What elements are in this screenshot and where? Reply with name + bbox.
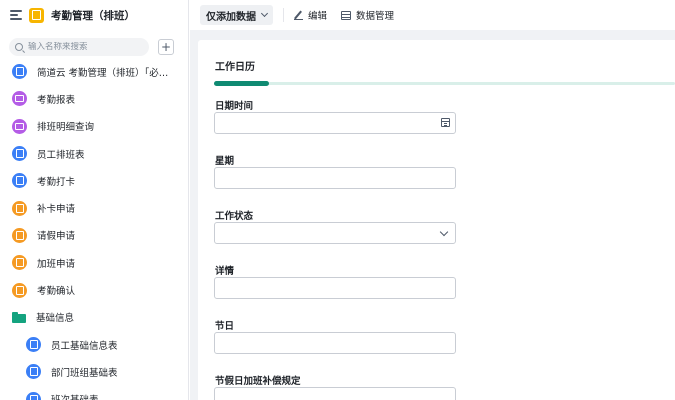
app-title: 考勤管理（排班）: [51, 9, 135, 22]
datetime-input[interactable]: [214, 112, 456, 134]
sidebar-item[interactable]: 员工排班表: [0, 140, 188, 167]
toolbar: 仅添加数据 编辑 数据管理: [190, 0, 675, 30]
sidebar-item-label: 补卡申请: [37, 204, 76, 216]
main-area: 工作日历 日期时间 星期 工作状态 详情 节日 节假日加班补偿规定: [190, 30, 675, 400]
sidebar-item-label: 排班明细查询: [37, 122, 95, 134]
sidebar-item-label: 部门班组基础表: [51, 367, 118, 379]
search-input[interactable]: [28, 42, 128, 52]
flow-form-icon: [12, 282, 27, 298]
sidebar-item-label: 班次基础表: [51, 392, 99, 400]
field-label-holiday: 节日: [215, 321, 235, 332]
sidebar-item-label: 基础信息: [36, 313, 75, 325]
sidebar-item[interactable]: 加班申请: [0, 249, 188, 276]
form-icon: [12, 146, 27, 162]
sidebar-item[interactable]: 考勤报表: [0, 85, 188, 112]
edit-button[interactable]: 编辑: [294, 8, 327, 22]
sidebar-item[interactable]: 简道云 考勤管理（排班）「必…: [0, 58, 188, 85]
calendar-icon: [441, 118, 450, 127]
data-manage-button[interactable]: 数据管理: [341, 8, 394, 22]
table-icon: [341, 10, 352, 20]
field-label-details: 详情: [215, 266, 235, 277]
sidebar-item[interactable]: 考勤确认: [0, 276, 188, 303]
sidebar-item-label: 考勤确认: [37, 286, 76, 298]
tab-track: [214, 82, 675, 85]
sidebar-item[interactable]: 班次基础表: [0, 386, 188, 400]
sidebar-item-label: 请假申请: [37, 231, 76, 243]
weekday-input[interactable]: [214, 167, 456, 189]
sidebar-item[interactable]: 补卡申请: [0, 194, 188, 221]
overtime-rule-input[interactable]: [214, 387, 456, 400]
sidebar-item[interactable]: 请假申请: [0, 222, 188, 249]
sidebar-item-label: 简道云 考勤管理（排班）「必…: [37, 67, 169, 79]
edit-label: 编辑: [308, 11, 328, 22]
filter-label: 仅添加数据: [206, 11, 256, 23]
holiday-input[interactable]: [214, 332, 456, 354]
chevron-down-icon: [439, 227, 449, 237]
sidebar: 考勤管理（排班） + 简道云 考勤管理（排班）「必… 考勤报表排班明细查询员工排班…: [0, 0, 189, 400]
toolbar-divider: [283, 8, 284, 22]
sidebar-nav: 简道云 考勤管理（排班）「必… 考勤报表排班明细查询 员工排班表考勤打卡补卡申请请假…: [0, 58, 188, 400]
work-status-select[interactable]: [214, 222, 456, 244]
field-label-overtime-rule: 节假日加班补偿规定: [215, 376, 301, 387]
sidebar-search-row: +: [0, 30, 188, 58]
form-icon: [26, 391, 41, 400]
sidebar-folder[interactable]: 基础信息: [0, 304, 188, 331]
sidebar-item-label: 考勤报表: [37, 94, 76, 106]
sidebar-item[interactable]: 员工基础信息表: [0, 331, 188, 358]
field-label-work-status: 工作状态: [215, 211, 254, 222]
form-icon: [12, 64, 27, 80]
field-label-datetime: 日期时间: [215, 101, 254, 112]
tab-active-indicator: [214, 81, 269, 86]
sidebar-item-label: 考勤打卡: [37, 176, 76, 188]
sidebar-item[interactable]: 考勤打卡: [0, 167, 188, 194]
flow-form-icon: [12, 200, 27, 216]
report-icon: [12, 91, 27, 107]
sidebar-item-label: 员工基础信息表: [51, 340, 118, 352]
collapse-menu-icon[interactable]: [10, 10, 22, 20]
data-manage-label: 数据管理: [356, 11, 395, 22]
sidebar-item-label: 加班申请: [37, 258, 76, 270]
form-icon: [26, 364, 41, 380]
field-label-weekday: 星期: [215, 156, 235, 167]
pencil-icon: [294, 11, 303, 20]
form-icon: [26, 337, 41, 353]
tab-work-calendar[interactable]: 工作日历: [215, 58, 255, 73]
form-icon: [12, 173, 27, 189]
filter-dropdown-button[interactable]: 仅添加数据: [200, 5, 273, 25]
flow-form-icon: [12, 255, 27, 271]
add-item-button[interactable]: +: [158, 39, 174, 55]
app-logo-icon: [29, 7, 44, 23]
form-card: 工作日历 日期时间 星期 工作状态 详情 节日 节假日加班补偿规定: [198, 40, 675, 400]
flow-form-icon: [12, 227, 27, 243]
report-icon: [12, 118, 27, 134]
sidebar-item[interactable]: 部门班组基础表: [0, 358, 188, 385]
sidebar-item[interactable]: 排班明细查询: [0, 113, 188, 140]
search-icon: [15, 43, 23, 51]
details-input[interactable]: [214, 277, 456, 299]
folder-icon: [12, 311, 26, 323]
sidebar-search: [9, 38, 149, 56]
sidebar-item-label: 员工排班表: [37, 149, 85, 161]
chevron-down-icon: [260, 9, 269, 18]
sidebar-header: 考勤管理（排班）: [0, 0, 188, 30]
